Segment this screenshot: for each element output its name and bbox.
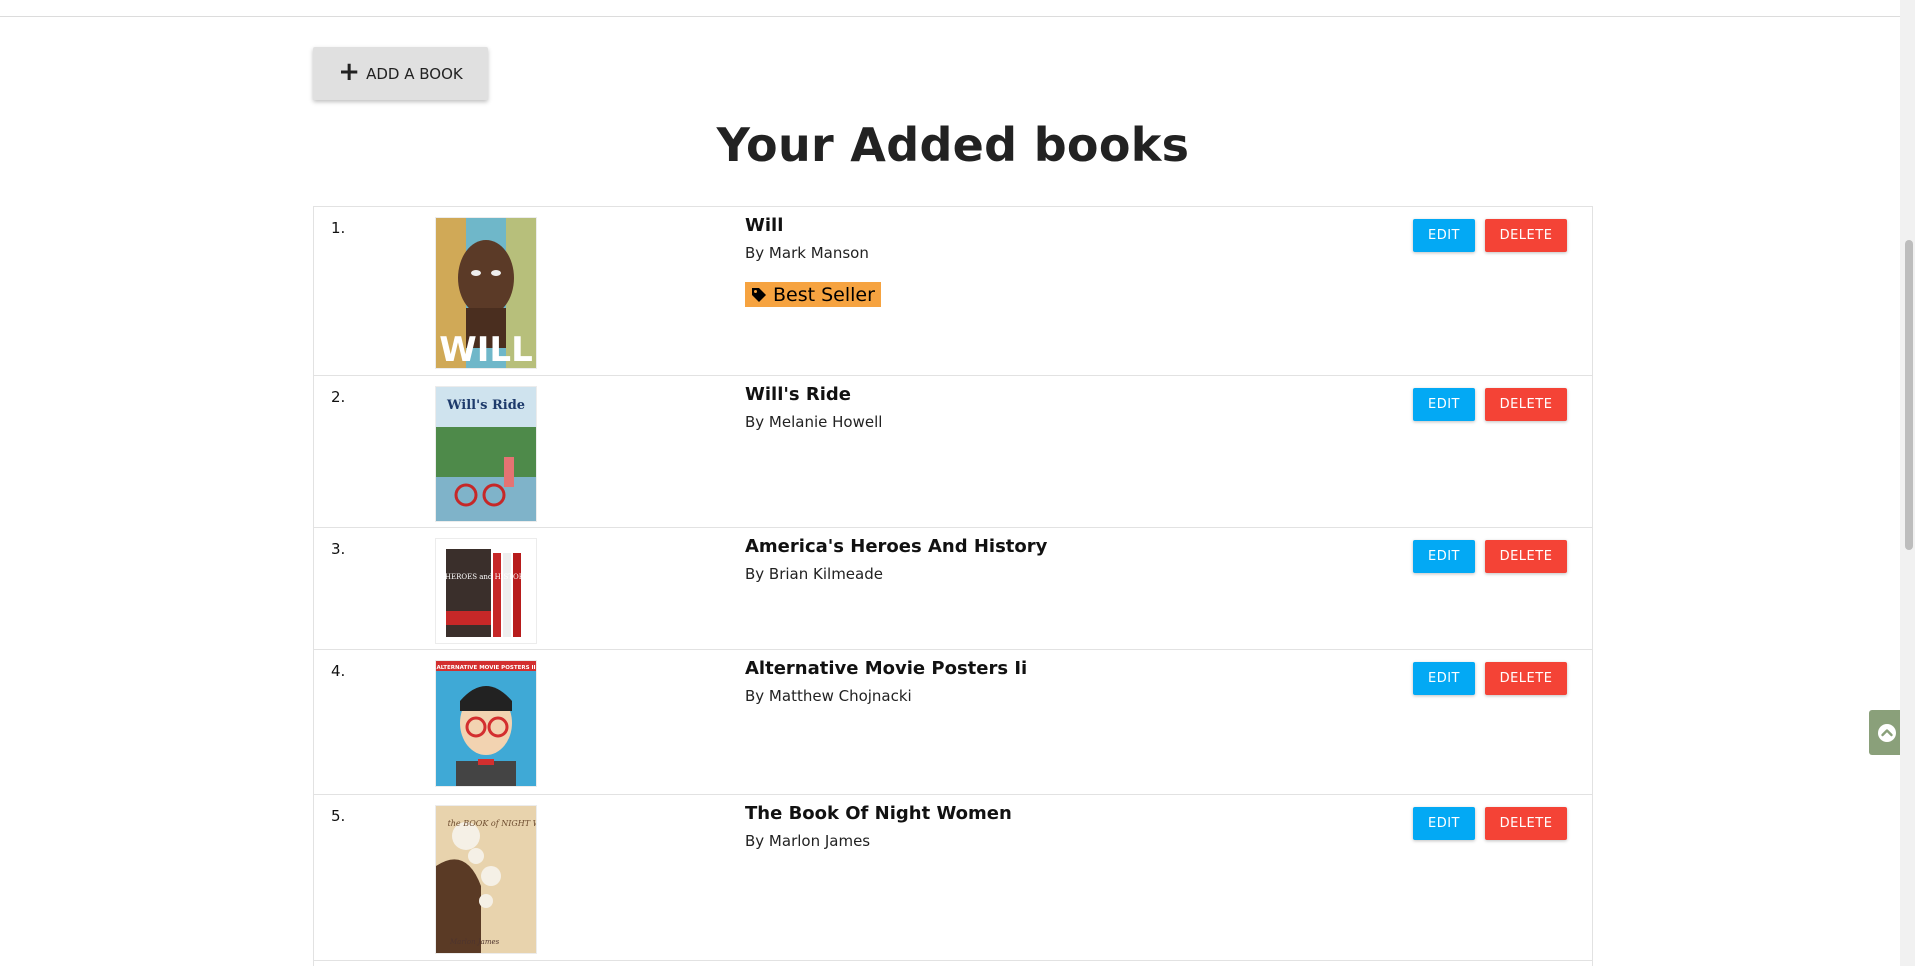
table-row: 2. Will's Ride Will's Ride By Melanie Ho…: [314, 376, 1592, 528]
delete-button[interactable]: DELETE: [1485, 540, 1567, 573]
edit-button[interactable]: EDIT: [1413, 807, 1475, 840]
row-number: 4.: [331, 662, 346, 680]
cover-text: WILL: [439, 330, 532, 368]
row-number: 1.: [331, 219, 346, 237]
page-title: Your Added books: [716, 118, 1190, 172]
delete-button[interactable]: DELETE: [1485, 219, 1567, 252]
edit-button[interactable]: EDIT: [1413, 219, 1475, 252]
book-author: By Mark Manson: [745, 244, 869, 262]
cover-text: America's HEROES and HISTORY: [436, 573, 529, 581]
delete-button[interactable]: DELETE: [1485, 807, 1567, 840]
books-table: 1. WILL Will By Mark Manson Best Seller …: [313, 206, 1593, 966]
plus-icon: +: [338, 57, 361, 87]
edit-button[interactable]: EDIT: [1413, 388, 1475, 421]
book-cover-image[interactable]: WILL: [435, 217, 537, 369]
page-scrollbar-thumb[interactable]: [1905, 240, 1913, 550]
tag-icon: [752, 288, 766, 302]
table-row: 3. America's HEROES and HISTORY America'…: [314, 528, 1592, 650]
top-nav-bar: [0, 0, 1915, 17]
table-row: 5. the BOOK of NIGHT WOMEN Marlon James …: [314, 795, 1592, 961]
book-title: The Book Of Night Women: [745, 803, 1012, 824]
edit-button[interactable]: EDIT: [1413, 540, 1475, 573]
book-cover-image[interactable]: the BOOK of NIGHT WOMEN Marlon James: [435, 805, 537, 954]
cover-text: the BOOK of NIGHT WOMEN: [448, 819, 536, 828]
book-title: America's Heroes And History: [745, 536, 1048, 557]
cover-author: Marlon James: [449, 938, 500, 946]
row-number: 3.: [331, 540, 346, 558]
table-row: 1. WILL Will By Mark Manson Best Seller …: [314, 207, 1592, 376]
add-book-button[interactable]: + ADD A BOOK: [313, 47, 488, 100]
book-author: By Matthew Chojnacki: [745, 687, 912, 705]
best-seller-badge: Best Seller: [745, 282, 881, 307]
cover-text: ALTERNATIVE MOVIE POSTERS II: [436, 665, 535, 671]
chevron-up-circle-icon: [1878, 723, 1896, 742]
badge-label: Best Seller: [773, 284, 875, 306]
edit-button[interactable]: EDIT: [1413, 662, 1475, 695]
book-cover-image[interactable]: Will's Ride: [435, 386, 537, 522]
delete-button[interactable]: DELETE: [1485, 662, 1567, 695]
book-cover-image[interactable]: America's HEROES and HISTORY: [435, 538, 537, 644]
book-author: By Marlon James: [745, 832, 871, 850]
book-author: By Brian Kilmeade: [745, 565, 883, 583]
cover-text: Will's Ride: [446, 398, 525, 413]
add-book-label: ADD A BOOK: [366, 64, 463, 83]
table-row: 4. ALTERNATIVE MOVIE POSTERS II Alternat…: [314, 650, 1592, 795]
row-number: 2.: [331, 388, 346, 406]
book-title: Will's Ride: [745, 384, 851, 405]
book-title: Alternative Movie Posters Ii: [745, 658, 1028, 679]
delete-button[interactable]: DELETE: [1485, 388, 1567, 421]
book-title: Will: [745, 215, 784, 236]
book-cover-image[interactable]: ALTERNATIVE MOVIE POSTERS II: [435, 660, 537, 787]
row-number: 5.: [331, 807, 346, 825]
book-author: By Melanie Howell: [745, 413, 883, 431]
